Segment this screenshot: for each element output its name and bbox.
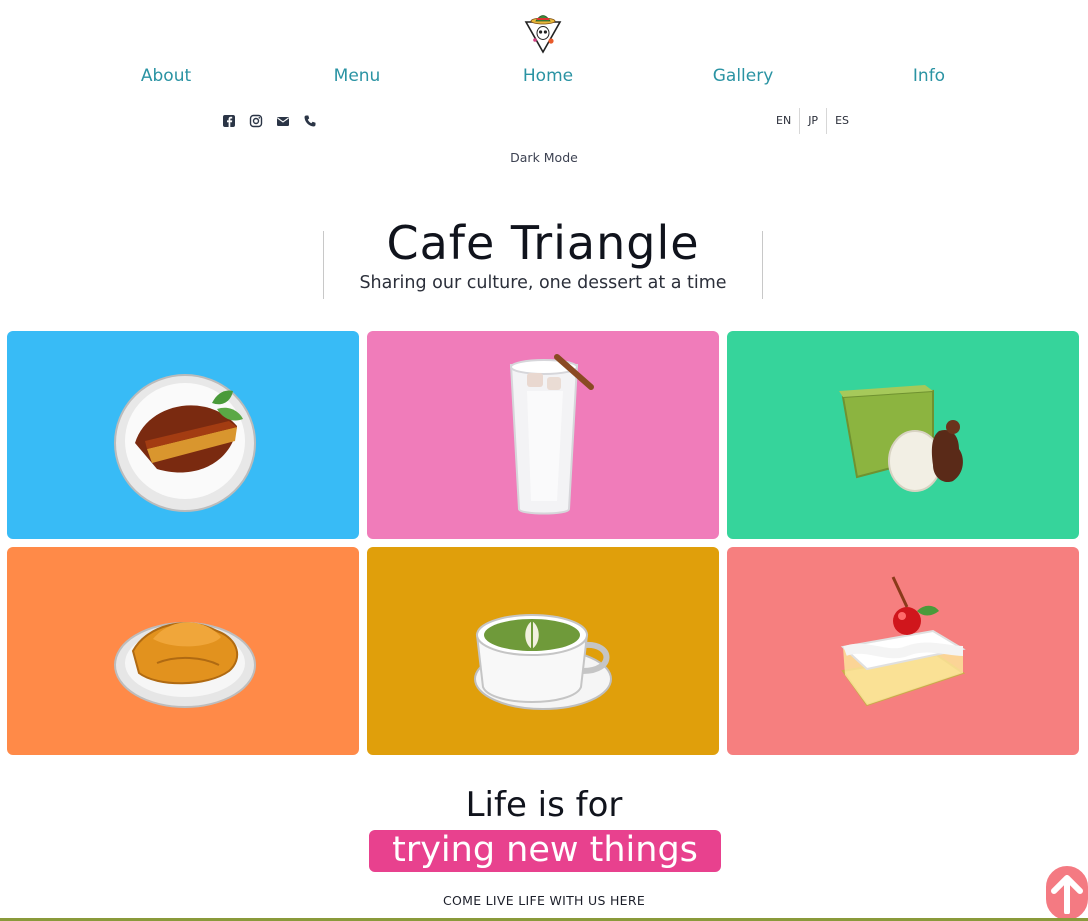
main-nav: About Menu Home Gallery Info: [0, 66, 1088, 90]
nav-menu[interactable]: Menu: [334, 66, 381, 86]
tile-matcha-cake[interactable]: [727, 331, 1079, 539]
tagline-highlight: trying new things: [369, 830, 721, 872]
cafe-logo[interactable]: [523, 12, 563, 54]
phone-icon[interactable]: [303, 114, 317, 128]
envelope-icon[interactable]: [276, 114, 290, 128]
facebook-icon[interactable]: [222, 114, 236, 128]
lang-jp[interactable]: JP: [799, 108, 826, 134]
site-title: Cafe Triangle: [386, 216, 700, 270]
lang-en[interactable]: EN: [768, 108, 799, 134]
taiyaki-image: [114, 622, 256, 708]
nav-gallery[interactable]: Gallery: [713, 66, 774, 86]
site-subtitle: Sharing our culture, one dessert at a ti…: [359, 273, 727, 293]
lang-es[interactable]: ES: [826, 108, 857, 134]
cta-text: COME LIVE LIFE WITH US HERE: [442, 893, 646, 908]
nav-info[interactable]: Info: [913, 66, 945, 86]
social-links: [222, 114, 317, 130]
nav-about[interactable]: About: [141, 66, 191, 86]
nav-home[interactable]: Home: [523, 66, 573, 86]
tile-iced-horchata[interactable]: [367, 331, 719, 539]
tagline-line1: Life is for: [465, 785, 623, 825]
instagram-icon[interactable]: [249, 114, 263, 128]
tile-tres-leches-cake[interactable]: [727, 547, 1079, 755]
tile-matcha-latte[interactable]: [367, 547, 719, 755]
arrow-up-icon: [1051, 875, 1083, 914]
dark-mode-toggle[interactable]: Dark Mode: [0, 150, 1088, 165]
tile-taiyaki[interactable]: [7, 547, 359, 755]
language-switcher: EN JP ES: [768, 108, 857, 134]
hero: Cafe Triangle Sharing our culture, one d…: [323, 219, 763, 299]
tile-flan-slice[interactable]: [7, 331, 359, 539]
flan-slice-image: [114, 374, 256, 512]
scroll-to-top-button[interactable]: [1044, 864, 1088, 921]
